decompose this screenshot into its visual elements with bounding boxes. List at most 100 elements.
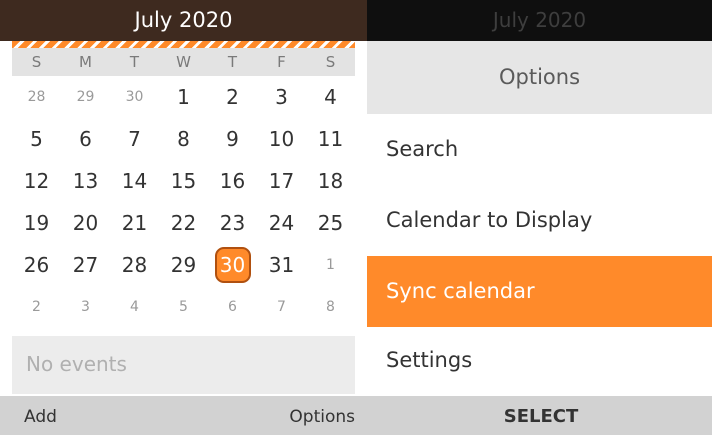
day-cell[interactable]: 7 [110, 118, 159, 160]
week-row: 12 13 14 15 16 17 18 [12, 160, 355, 202]
option-search[interactable]: Search [367, 114, 712, 185]
day-cell[interactable]: 18 [306, 160, 355, 202]
day-number: 13 [72, 169, 99, 193]
no-events-label: No events [26, 352, 127, 376]
day-number: 16 [219, 169, 246, 193]
day-number: 9 [226, 127, 239, 151]
day-cell[interactable]: 9 [208, 118, 257, 160]
day-cell[interactable]: 29 [61, 76, 110, 118]
day-cell[interactable]: 15 [159, 160, 208, 202]
day-cell[interactable]: 27 [61, 244, 110, 286]
day-number: 23 [219, 211, 246, 235]
day-number: 28 [121, 253, 148, 277]
option-settings[interactable]: Settings [367, 325, 712, 396]
week-row: 28 29 30 1 2 3 4 [12, 76, 355, 118]
options-menu: July 2020 Options Search Calendar to Dis… [367, 0, 712, 396]
option-sync-calendar[interactable]: Sync calendar [367, 256, 712, 327]
softkey-add[interactable]: Add [24, 407, 57, 427]
day-number: 6 [228, 299, 237, 315]
day-cell[interactable]: 28 [110, 244, 159, 286]
day-cell[interactable]: 28 [12, 76, 61, 118]
weekday-label: T [227, 53, 238, 71]
weekday-label: S [325, 53, 336, 71]
weekday-label: M [79, 53, 92, 71]
header-stripe [12, 41, 355, 48]
week-row: 2 3 4 5 6 7 8 [12, 286, 355, 328]
day-cell[interactable]: 3 [257, 76, 306, 118]
options-title: Options [367, 41, 712, 114]
day-number: 8 [326, 299, 335, 315]
day-number: 7 [128, 127, 141, 151]
day-number: 1 [177, 85, 190, 109]
day-number: 19 [23, 211, 50, 235]
day-cell[interactable]: 12 [12, 160, 61, 202]
day-number: 3 [81, 299, 90, 315]
day-number: 5 [179, 299, 188, 315]
day-cell[interactable]: 13 [61, 160, 110, 202]
day-cell[interactable]: 17 [257, 160, 306, 202]
day-number: 30 [214, 247, 251, 283]
day-cell[interactable]: 3 [61, 286, 110, 328]
day-cell[interactable]: 25 [306, 202, 355, 244]
day-number: 30 [125, 89, 144, 105]
day-cell[interactable]: 26 [12, 244, 61, 286]
day-cell[interactable]: 21 [110, 202, 159, 244]
day-number: 6 [79, 127, 92, 151]
day-cell[interactable]: 22 [159, 202, 208, 244]
day-number: 18 [317, 169, 344, 193]
day-cell[interactable]: 4 [306, 76, 355, 118]
day-cell[interactable]: 16 [208, 160, 257, 202]
day-cell-today[interactable]: 30 [208, 244, 257, 286]
day-cell[interactable]: 29 [159, 244, 208, 286]
day-cell[interactable]: 8 [306, 286, 355, 328]
day-number: 29 [76, 89, 95, 105]
day-cell[interactable]: 5 [12, 118, 61, 160]
day-number: 11 [317, 127, 344, 151]
day-cell[interactable]: 6 [61, 118, 110, 160]
day-number: 5 [30, 127, 43, 151]
day-number: 26 [23, 253, 50, 277]
day-number: 4 [130, 299, 139, 315]
day-number: 15 [170, 169, 197, 193]
day-cell[interactable]: 7 [257, 286, 306, 328]
day-cell[interactable]: 5 [159, 286, 208, 328]
option-calendar-to-display[interactable]: Calendar to Display [367, 185, 712, 256]
day-number: 25 [317, 211, 344, 235]
calendar-panel: July 2020 SMTWTFS 28 29 30 1 2 3 4 5 6 7 8 9 10 11 12 1… [0, 0, 367, 435]
day-cell[interactable]: 6 [208, 286, 257, 328]
week-row: 26 27 28 29 30 31 1 [12, 244, 355, 286]
day-cell[interactable]: 14 [110, 160, 159, 202]
weekday-label: S [31, 53, 42, 71]
day-cell[interactable]: 31 [257, 244, 306, 286]
day-cell[interactable]: 8 [159, 118, 208, 160]
weekday-label: F [277, 53, 286, 71]
week-row: 5 6 7 8 9 10 11 [12, 118, 355, 160]
events-area: No events [12, 336, 355, 394]
day-number: 8 [177, 127, 190, 151]
day-number: 2 [32, 299, 41, 315]
day-cell[interactable]: 19 [12, 202, 61, 244]
day-number: 4 [324, 85, 337, 109]
day-cell[interactable]: 20 [61, 202, 110, 244]
month-grid: 28 29 30 1 2 3 4 5 6 7 8 9 10 11 12 13 14 15 16 17 18 19 20 21 2… [12, 76, 355, 328]
day-cell[interactable]: 1 [306, 244, 355, 286]
day-cell[interactable]: 1 [159, 76, 208, 118]
day-cell[interactable]: 24 [257, 202, 306, 244]
day-number: 20 [72, 211, 99, 235]
day-cell[interactable]: 4 [110, 286, 159, 328]
day-number: 10 [268, 127, 295, 151]
day-number: 28 [27, 89, 46, 105]
day-cell[interactable]: 2 [12, 286, 61, 328]
day-cell[interactable]: 11 [306, 118, 355, 160]
week-row: 19 20 21 22 23 24 25 [12, 202, 355, 244]
day-cell[interactable]: 23 [208, 202, 257, 244]
day-cell[interactable]: 10 [257, 118, 306, 160]
day-cell[interactable]: 30 [110, 76, 159, 118]
day-number: 3 [275, 85, 288, 109]
softkey-options[interactable]: Options [289, 407, 355, 427]
day-number: 2 [226, 85, 239, 109]
softkey-select[interactable]: SELECT [370, 406, 712, 427]
day-number: 17 [268, 169, 295, 193]
day-number: 1 [326, 257, 335, 273]
day-cell[interactable]: 2 [208, 76, 257, 118]
